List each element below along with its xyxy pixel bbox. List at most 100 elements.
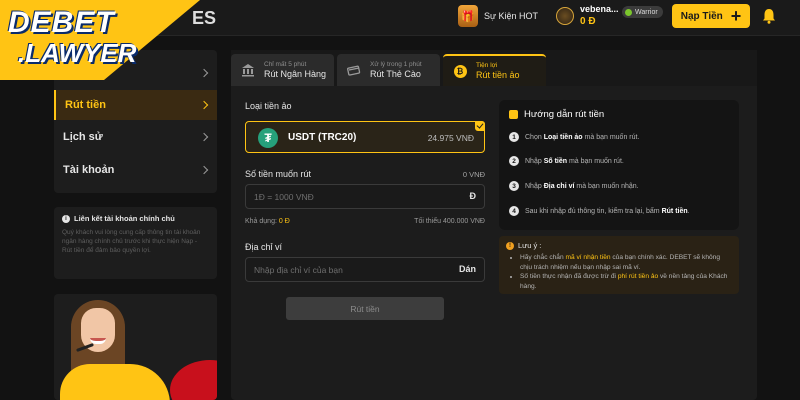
tab-sub: Tiện lợi [476, 62, 498, 69]
sidebar-item-label: Tài khoản [63, 164, 115, 176]
withdraw-submit-button[interactable]: Rút tiền [286, 297, 444, 320]
sidebar-item-account[interactable]: Tài khoản [54, 155, 217, 185]
deposit-button[interactable]: Nạp Tiền + [672, 4, 750, 28]
account-link-text: Quý khách vui lòng cung cấp thông tin tà… [62, 229, 201, 254]
selected-check-icon [475, 121, 485, 131]
wallet-address-input[interactable] [246, 258, 446, 281]
info-icon: i [62, 214, 70, 223]
withdraw-note: ! Lưu ý : Hãy chắc chắn mã ví nhận tiền … [499, 236, 739, 294]
chevron-right-icon [199, 68, 209, 78]
guide-step: 1 Chọn Loại tiền ảo mà bạn muốn rút. [509, 132, 639, 142]
tab-sub: Xử lý trong 1 phút [370, 61, 422, 68]
book-icon [509, 110, 518, 119]
note-title-row: ! Lưu ý : [506, 241, 732, 250]
sidebar-item-label: Lịch sử [63, 131, 103, 143]
amount-input[interactable] [246, 185, 446, 208]
tab-crypto-withdraw[interactable]: ₿ Tiện lợi Rút tiền ảo [443, 54, 546, 86]
logo-top-text: DEBET [8, 6, 115, 39]
withdraw-guide: Hướng dẫn rút tiền 1 Chọn Loại tiền ảo m… [499, 100, 739, 230]
withdraw-tabs: Chỉ mất 5 phút Rút Ngân Hàng Xử lý trong… [231, 50, 757, 86]
avatar [556, 6, 574, 25]
site-logo[interactable]: DEBET .LAWYER [8, 6, 137, 68]
step-text-bold: Rút tiền [661, 207, 688, 215]
bell-icon[interactable] [762, 8, 776, 24]
account-link-title-row: i Liên kết tài khoản chính chủ [62, 214, 209, 223]
rank-label: Warrior [635, 8, 658, 16]
step-text-pre: Chọn [525, 133, 544, 141]
hot-event-button[interactable]: 🎁 Sự Kiện HOT [458, 5, 538, 27]
step-text-post: mà bạn muốn rút. [582, 133, 640, 141]
chevron-right-icon [199, 165, 209, 175]
chevron-right-icon [199, 132, 209, 142]
step-text-bold: Địa chỉ ví [543, 182, 575, 190]
step-text: Nhập Địa chỉ ví mà bạn muốn nhận. [525, 183, 639, 190]
step-number: 4 [509, 206, 519, 216]
minimum-amount: Tối thiểu 400.000 VNĐ [414, 218, 485, 225]
crypto-balance: 24.975 VNĐ [427, 133, 474, 143]
wallet-address-label: Địa chỉ ví [245, 242, 283, 252]
note-item: Số tiền thực nhận đã được trừ đi phí rút… [520, 272, 732, 291]
crypto-name: USDT (TRC20) [288, 132, 357, 143]
step-text-post: mà bạn muốn rút. [567, 157, 624, 165]
step-text-post: mà bạn muốn nhận. [574, 182, 639, 190]
available-value: 0 Đ [278, 218, 290, 225]
step-text-pre: Sau khi nhập đủ thông tin, kiểm tra lại,… [525, 207, 662, 215]
amount-vnd-value: 0 VNĐ [462, 170, 485, 179]
note-text: Hãy chắc chắn [520, 254, 566, 261]
note-title: Lưu ý : [518, 241, 542, 250]
user-balance: 0 Đ [580, 16, 596, 27]
guide-title: Hướng dẫn rút tiền [524, 109, 605, 120]
bank-icon [242, 64, 254, 77]
guide-step: 4 Sau khi nhập đủ thông tin, kiểm tra lạ… [509, 206, 690, 216]
bitcoin-icon-wrap: ₿ [452, 63, 468, 79]
hot-event-label: Sự Kiện HOT [484, 11, 539, 21]
note-item: Hãy chắc chắn mã ví nhận tiền của bạn ch… [520, 253, 732, 272]
account-link-title: Liên kết tài khoản chính chủ [74, 214, 175, 223]
guide-step: 2 Nhập Số tiền mà bạn muốn rút. [509, 156, 624, 166]
note-text: Số tiền thực nhận đã được trừ đi [520, 273, 618, 281]
amount-label: Số tiền muốn rút [245, 169, 312, 179]
account-link-info: i Liên kết tài khoản chính chủ Quý khách… [54, 207, 217, 279]
sidebar-item-withdraw[interactable]: Rút tiền [54, 90, 217, 120]
tab-bank-withdraw[interactable]: Chỉ mất 5 phút Rút Ngân Hàng [231, 54, 334, 86]
rank-badge: Warrior [622, 6, 663, 18]
card-icon [347, 65, 361, 76]
step-text: Chọn Loại tiền ảo mà bạn muốn rút. [525, 134, 639, 141]
wallet-address-field: Dán [245, 257, 485, 282]
tab-label: Rút Ngân Hàng [264, 69, 327, 79]
crypto-option-usdt[interactable]: ₮ USDT (TRC20) 24.975 VNĐ [245, 121, 485, 153]
paste-button[interactable]: Dán [459, 264, 476, 274]
user-menu[interactable]: vebena... 0 Đ [556, 4, 619, 27]
note-highlight: mã ví nhận tiền [565, 254, 611, 261]
step-text-pre: Nhập [525, 182, 544, 190]
chevron-right-icon [199, 100, 209, 110]
withdraw-panel: Chỉ mất 5 phút Rút Ngân Hàng Xử lý trong… [231, 50, 757, 400]
tab-label: Rút tiền ảo [476, 70, 520, 80]
available-balance: Khả dụng: 0 Đ [245, 218, 290, 225]
step-number: 2 [509, 156, 519, 166]
step-text: Sau khi nhập đủ thông tin, kiểm tra lại,… [525, 208, 690, 215]
warning-icon: ! [506, 241, 514, 250]
deposit-label: Nạp Tiền [680, 10, 723, 22]
step-text-bold: Số tiền [543, 157, 568, 165]
tether-icon: ₮ [258, 128, 278, 148]
step-number: 1 [509, 132, 519, 142]
logo-bottom-text: .LAWYER [18, 38, 137, 68]
note-highlight: phí rút tiền ảo [617, 273, 659, 281]
amount-field: Đ [245, 184, 485, 209]
tab-card-withdraw[interactable]: Xử lý trong 1 phút Rút Thẻ Cào [337, 54, 440, 86]
username: vebena... [580, 4, 619, 14]
bitcoin-icon: ₿ [453, 64, 467, 78]
amount-currency-suffix: Đ [469, 191, 477, 201]
crypto-type-label: Loại tiền ảo [245, 101, 292, 111]
guide-step: 3 Nhập Địa chỉ ví mà bạn muốn nhận. [509, 181, 639, 191]
available-label: Khả dụng: [245, 218, 277, 225]
plus-icon: + [730, 6, 742, 26]
rank-icon [625, 8, 632, 16]
step-text-pre: Nhập [525, 157, 544, 165]
step-text-post: . [687, 207, 690, 215]
sidebar-item-history[interactable]: Lịch sử [54, 122, 217, 152]
step-text-bold: Loại tiền ảo [543, 133, 583, 141]
support-agent-image [54, 294, 217, 400]
sidebar-item-label: Rút tiền [65, 99, 106, 111]
